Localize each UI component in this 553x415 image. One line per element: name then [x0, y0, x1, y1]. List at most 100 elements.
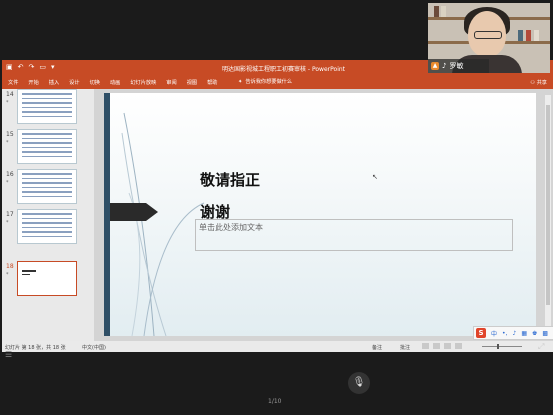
participant-nametag: ▲ ♪ 罗敏	[428, 59, 489, 73]
customize-qat-icon[interactable]: ▾	[51, 63, 55, 71]
slide-thumbnail-image[interactable]	[17, 89, 77, 124]
thumbnail-text-line	[22, 173, 72, 175]
ribbon-tab[interactable]: 视图	[187, 79, 197, 86]
punctuation-icon[interactable]: •,	[502, 330, 507, 337]
slide-thumbnail[interactable]: 18 *	[2, 261, 92, 297]
thumbnail-text-line	[22, 226, 72, 228]
slide-number: 16	[6, 171, 14, 178]
slide-thumbnail[interactable]: 17 *	[2, 209, 92, 245]
slide-number: 18	[6, 263, 14, 270]
ribbon-tab[interactable]: 设计	[69, 79, 79, 86]
status-bar: 幻灯片 第 18 张，共 18 张 中文(中国) 备注 批注	[2, 341, 553, 352]
slide-thumbnail[interactable]: 14 *	[2, 89, 92, 125]
presenter-icon: ▲	[431, 62, 439, 70]
thumbnail-text-line	[22, 106, 72, 108]
sogou-logo-icon[interactable]: S	[476, 328, 486, 338]
slide-sorter-icon[interactable]	[433, 343, 440, 349]
thumbnail-text-line	[22, 102, 72, 104]
slide-number: 15	[6, 131, 14, 138]
ribbon-tab[interactable]: 切换	[90, 79, 100, 86]
slide-thumbnail-image[interactable]	[17, 261, 77, 296]
slide-thumbnail[interactable]: 16 *	[2, 169, 92, 205]
reading-view-icon[interactable]	[444, 343, 451, 349]
view-buttons	[422, 343, 462, 349]
ribbon-tab[interactable]: 帮助	[207, 79, 217, 86]
normal-view-icon[interactable]	[422, 343, 429, 349]
tell-me-box[interactable]: ✦ 告诉我你想要做什么	[238, 78, 293, 86]
save-icon[interactable]: ▣	[6, 63, 13, 71]
slide-heading[interactable]: 敬请指正	[200, 169, 260, 190]
share-button[interactable]: ⚇ 共享	[530, 79, 547, 86]
thumbnail-text-line	[22, 142, 72, 144]
notes-button[interactable]: 备注	[372, 344, 382, 351]
slide-editing-area: 敬请指正 谢谢 单击此处添加文本 ↖	[94, 89, 553, 341]
thumbnail-text-line	[22, 231, 72, 233]
thumbnail-text-line	[22, 97, 72, 99]
thumbnail-text-line	[22, 93, 72, 95]
text-placeholder[interactable]: 单击此处添加文本	[195, 219, 513, 251]
lightbulb-icon: ✦	[238, 78, 243, 85]
person-glasses	[474, 31, 502, 39]
thumbnail-text-line	[22, 155, 72, 157]
participant-name: 罗敏	[449, 62, 464, 70]
expand-icon[interactable]: ⤢	[538, 342, 544, 352]
lang-mode-icon[interactable]: 中	[491, 329, 497, 338]
tell-me-text: 告诉我你想要做什么	[245, 79, 293, 85]
book	[518, 30, 523, 41]
transition-star-icon: *	[6, 220, 9, 226]
slide-thumbnail-pane[interactable]: 14 * 15 * 16 * 17 * 18 *	[2, 89, 94, 341]
slide-left-bar	[104, 93, 110, 336]
quick-access-toolbar: ▣ ↶ ↷ ▭ ▾	[6, 63, 55, 71]
window-title: 明达国影视城工程职工初赛审核 - PowerPoint	[222, 66, 346, 73]
thumbnail-text-line	[22, 177, 72, 179]
ribbon-tab[interactable]: 动画	[110, 79, 120, 86]
thumbnail-text-line	[22, 182, 72, 184]
meeting-pager: 1/10	[268, 398, 282, 405]
current-slide[interactable]: 敬请指正 谢谢 单击此处添加文本 ↖	[104, 93, 536, 336]
ribbon-tab[interactable]: 幻灯片放映	[130, 79, 156, 86]
keyboard-icon[interactable]: ▦	[521, 330, 527, 337]
thumbnail-text-line	[22, 146, 72, 148]
list-icon[interactable]: ☰	[5, 350, 12, 359]
microphone-muted-icon[interactable]: 🎙	[348, 372, 370, 394]
thumbnail-text-line	[22, 195, 72, 197]
ribbon-tabs-bar: 文件 开始 插入 设计 切换 动画 幻灯片放映 审阅 视图 帮助 ✦ 告诉我你想要做什么 ⚇ 共享	[2, 75, 553, 89]
transition-star-icon: *	[6, 272, 9, 278]
slide-thumbnail-image[interactable]	[17, 169, 77, 204]
person-icon: ⚇	[530, 80, 535, 86]
slide-thumbnail-image[interactable]	[17, 129, 77, 164]
vertical-scrollbar[interactable]	[545, 95, 551, 333]
powerpoint-window: ▣ ↶ ↷ ▭ ▾ 明达国影视城工程职工初赛审核 - PowerPoint 文件…	[2, 60, 553, 352]
transition-star-icon: *	[6, 180, 9, 186]
ribbon-tab[interactable]: 文件	[8, 79, 18, 86]
redo-icon[interactable]: ↷	[29, 63, 35, 71]
slide-thumbnail-image[interactable]	[17, 209, 77, 244]
start-slideshow-icon[interactable]: ▭	[39, 63, 46, 71]
ribbon-tab[interactable]: 审阅	[166, 79, 176, 86]
language-indicator[interactable]: 中文(中国)	[82, 344, 106, 351]
scrollbar-thumb[interactable]	[546, 105, 550, 305]
transition-star-icon: *	[6, 100, 9, 106]
slide-thumbnail[interactable]: 15 *	[2, 129, 92, 165]
skin-icon[interactable]: ♚	[532, 330, 537, 337]
thumbnail-text-line	[22, 186, 72, 188]
comments-button[interactable]: 批注	[400, 344, 410, 351]
thumbnail-text-line	[22, 137, 72, 139]
ribbon-tab[interactable]: 开始	[28, 79, 38, 86]
mic-small-icon[interactable]: ♪	[512, 330, 516, 337]
slide-number: 14	[6, 91, 14, 98]
zoom-slider-handle[interactable]	[497, 344, 499, 349]
book	[441, 6, 446, 17]
menu-grid-icon[interactable]: ▩	[542, 330, 548, 337]
thumbnail-text-line	[22, 151, 72, 153]
book	[526, 30, 531, 41]
book	[434, 6, 439, 17]
undo-icon[interactable]: ↶	[18, 63, 24, 71]
share-label: 共享	[536, 80, 547, 86]
slideshow-view-icon[interactable]	[455, 343, 462, 349]
slide-info: 幻灯片 第 18 张，共 18 张	[5, 345, 66, 351]
thumbnail-text-line	[22, 222, 72, 224]
zoom-slider[interactable]	[482, 346, 522, 347]
ime-toolbar[interactable]: S 中 •, ♪ ▦ ♚ ▩	[473, 326, 553, 340]
ribbon-tab[interactable]: 插入	[49, 79, 59, 86]
